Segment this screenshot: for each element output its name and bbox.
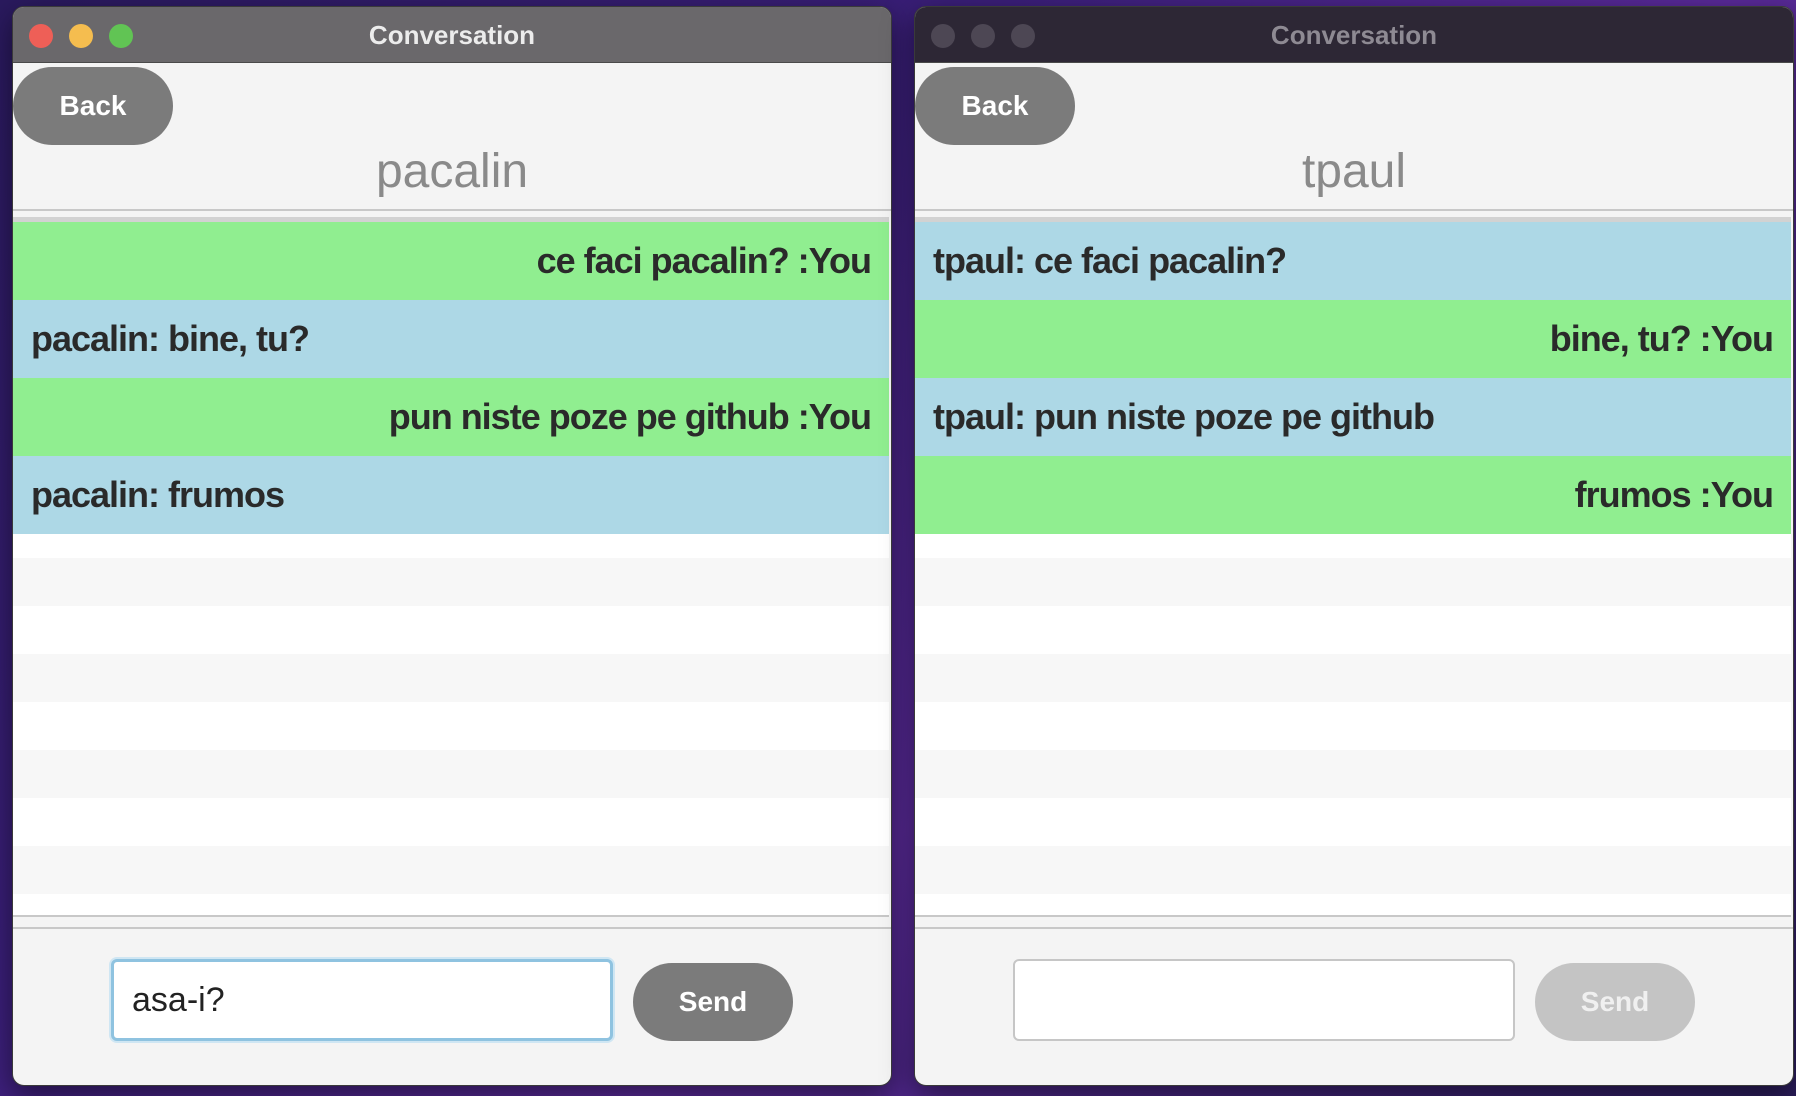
titlebar: Conversation <box>13 7 891 63</box>
message-row-incoming[interactable]: tpaul: pun niste poze pe github <box>915 378 1791 456</box>
header-divider <box>13 209 891 211</box>
message-row-incoming[interactable]: tpaul: ce faci pacalin? <box>915 222 1791 300</box>
header-divider <box>915 209 1793 211</box>
titlebar: Conversation <box>915 7 1793 63</box>
footer-divider <box>13 927 891 929</box>
footer-divider <box>915 927 1793 929</box>
conversation-window-left: Conversation Back pacalin ce faci pacali… <box>12 6 892 1086</box>
send-button[interactable]: Send <box>1535 963 1695 1041</box>
message-row-incoming[interactable]: pacalin: bine, tu? <box>13 300 889 378</box>
message-list[interactable]: ce faci pacalin? :You pacalin: bine, tu?… <box>13 217 889 917</box>
window-title: Conversation <box>1270 20 1438 50</box>
contact-name: pacalin <box>375 145 529 198</box>
message-list[interactable]: tpaul: ce faci pacalin? bine, tu? :You t… <box>915 217 1791 917</box>
message-row-outgoing[interactable]: bine, tu? :You <box>915 300 1791 378</box>
back-button[interactable]: Back <box>915 67 1075 145</box>
contact-name: tpaul <box>1301 145 1407 198</box>
message-row-outgoing[interactable]: frumos :You <box>915 456 1791 534</box>
window-title: Conversation <box>368 20 536 50</box>
message-input[interactable] <box>1013 959 1515 1041</box>
message-row-incoming[interactable]: pacalin: frumos <box>13 456 889 534</box>
message-row-outgoing[interactable]: pun niste poze pe github :You <box>13 378 889 456</box>
back-button[interactable]: Back <box>13 67 173 145</box>
message-row-outgoing[interactable]: ce faci pacalin? :You <box>13 222 889 300</box>
send-button[interactable]: Send <box>633 963 793 1041</box>
message-input[interactable] <box>111 959 613 1041</box>
conversation-window-right: Conversation Back tpaul tpaul: ce faci p… <box>914 6 1794 1086</box>
